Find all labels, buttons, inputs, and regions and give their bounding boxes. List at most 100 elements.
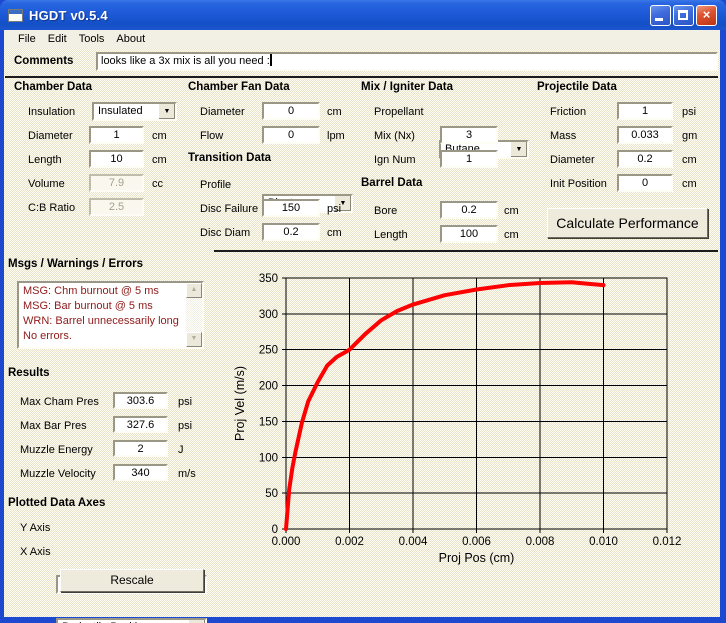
max-cham-pres-output: 303.6 <box>113 392 168 409</box>
menu-file[interactable]: File <box>12 32 42 46</box>
close-button[interactable]: × <box>696 5 717 26</box>
app-window: HGDT v0.5.4 × File Edit Tools About Comm… <box>0 0 726 623</box>
friction-input[interactable]: 1 <box>617 102 673 120</box>
comments-input[interactable]: looks like a 3x mix is all you need : <box>96 52 718 71</box>
proj-diameter-input[interactable]: 0.2 <box>617 150 673 168</box>
bore-unit: cm <box>504 205 519 217</box>
message-line: No errors. <box>23 329 184 344</box>
volume-label: Volume <box>28 178 65 190</box>
muzzle-velocity-unit: m/s <box>178 468 196 480</box>
chamber-diameter-label: Diameter <box>28 130 73 142</box>
muzzle-velocity-output: 340 <box>113 464 168 481</box>
fan-diameter-input[interactable]: 0 <box>262 102 320 120</box>
muzzle-velocity-label: Muzzle Velocity <box>20 468 96 480</box>
friction-label: Friction <box>550 106 586 118</box>
x-axis-select[interactable]: Projectile Position▼ <box>56 618 207 623</box>
section-mix-igniter-data: Mix / Igniter Data <box>361 81 453 93</box>
menu-about[interactable]: About <box>110 32 151 46</box>
disc-diam-label: Disc Diam <box>200 227 250 239</box>
message-line: WRN: Barrel unnecessarily long <box>23 314 184 329</box>
menu-bar: File Edit Tools About <box>4 30 720 48</box>
max-cham-pres-unit: psi <box>178 396 192 408</box>
chevron-down-icon[interactable]: ▼ <box>158 104 175 119</box>
max-bar-pres-unit: psi <box>178 420 192 432</box>
mix-nx-label: Mix (Nx) <box>374 130 415 142</box>
propellant-label: Propellant <box>374 106 424 118</box>
chamber-diameter-unit: cm <box>152 130 167 142</box>
message-line: MSG: Chm burnout @ 5 ms <box>23 284 184 299</box>
fan-flow-unit: lpm <box>327 130 345 142</box>
chamber-length-label: Length <box>28 154 62 166</box>
disc-failure-unit: psi <box>327 203 341 215</box>
svg-text:200: 200 <box>259 381 278 393</box>
bore-input[interactable]: 0.2 <box>440 201 498 219</box>
performance-chart: 0.0000.0020.0040.0060.0080.0100.01205010… <box>220 252 720 582</box>
svg-text:50: 50 <box>265 488 278 500</box>
svg-text:100: 100 <box>259 452 278 464</box>
mix-nx-input[interactable]: 3 <box>440 126 498 144</box>
ign-num-input[interactable]: 1 <box>440 150 498 168</box>
section-msgs: Msgs / Warnings / Errors <box>8 258 143 270</box>
rescale-button[interactable]: Rescale <box>60 569 204 592</box>
mass-label: Mass <box>550 130 576 142</box>
muzzle-energy-unit: J <box>178 444 184 456</box>
message-line: MSG: Bar burnout @ 5 ms <box>23 299 184 314</box>
maximize-button[interactable] <box>673 5 694 26</box>
disc-failure-input[interactable]: 150 <box>262 199 320 217</box>
text-cursor <box>270 54 272 66</box>
chamber-length-unit: cm <box>152 154 167 166</box>
messages-text: MSG: Chm burnout @ 5 ms MSG: Bar burnout… <box>21 284 184 346</box>
muzzle-energy-label: Muzzle Energy <box>20 444 93 456</box>
mass-unit: gm <box>682 130 697 142</box>
proj-diameter-label: Diameter <box>550 154 595 166</box>
svg-text:Proj Vel (m/s): Proj Vel (m/s) <box>233 366 247 441</box>
messages-scrollbar[interactable]: ▲ ▼ <box>186 283 202 347</box>
minimize-button[interactable] <box>650 5 671 26</box>
chamber-diameter-input[interactable]: 1 <box>89 126 144 144</box>
section-results: Results <box>8 367 50 379</box>
cb-ratio-output: 2.5 <box>89 198 144 216</box>
comments-label: Comments <box>14 55 73 67</box>
svg-text:0.006: 0.006 <box>462 536 491 548</box>
svg-text:300: 300 <box>259 309 278 321</box>
volume-unit: cc <box>152 178 163 190</box>
x-axis-label: X Axis <box>20 546 51 558</box>
insulation-label: Insulation <box>28 106 75 118</box>
messages-box[interactable]: MSG: Chm burnout @ 5 ms MSG: Bar burnout… <box>17 281 204 349</box>
insulation-select[interactable]: Insulated▼ <box>92 102 177 121</box>
barrel-length-input[interactable]: 100 <box>440 225 498 243</box>
calculate-performance-button[interactable]: Calculate Performance <box>547 208 708 238</box>
mass-input[interactable]: 0.033 <box>617 126 673 144</box>
title-bar[interactable]: HGDT v0.5.4 <box>0 0 726 30</box>
window-title: HGDT v0.5.4 <box>29 8 108 23</box>
section-transition-data: Transition Data <box>188 152 271 164</box>
profile-label: Profile <box>200 179 231 191</box>
scroll-up-icon[interactable]: ▲ <box>186 283 202 298</box>
comments-text: looks like a 3x mix is all you need : <box>101 55 270 67</box>
muzzle-energy-output: 2 <box>113 440 168 457</box>
section-plotted-axes: Plotted Data Axes <box>8 497 105 509</box>
section-chamber-data: Chamber Data <box>14 81 92 93</box>
barrel-length-label: Length <box>374 229 408 241</box>
svg-text:0.008: 0.008 <box>526 536 555 548</box>
form-background: Comments looks like a 3x mix is all you … <box>4 48 720 617</box>
top-divider <box>5 76 718 78</box>
chamber-length-input[interactable]: 10 <box>89 150 144 168</box>
chevron-down-icon[interactable]: ▼ <box>510 142 527 157</box>
scroll-down-icon[interactable]: ▼ <box>186 332 202 347</box>
init-position-input[interactable]: 0 <box>617 174 673 192</box>
menu-edit[interactable]: Edit <box>42 32 73 46</box>
init-position-label: Init Position <box>550 178 607 190</box>
fan-flow-input[interactable]: 0 <box>262 126 320 144</box>
app-icon <box>8 9 23 22</box>
section-projectile-data: Projectile Data <box>537 81 617 93</box>
cb-ratio-label: C:B Ratio <box>28 202 75 214</box>
disc-failure-label: Disc Failure <box>200 203 258 215</box>
disc-diam-input[interactable]: 0.2 <box>262 223 320 241</box>
menu-tools[interactable]: Tools <box>73 32 111 46</box>
proj-diameter-unit: cm <box>682 154 697 166</box>
svg-text:150: 150 <box>259 416 278 428</box>
bore-label: Bore <box>374 205 397 217</box>
volume-output: 7.9 <box>89 174 144 192</box>
y-axis-label: Y Axis <box>20 522 50 534</box>
